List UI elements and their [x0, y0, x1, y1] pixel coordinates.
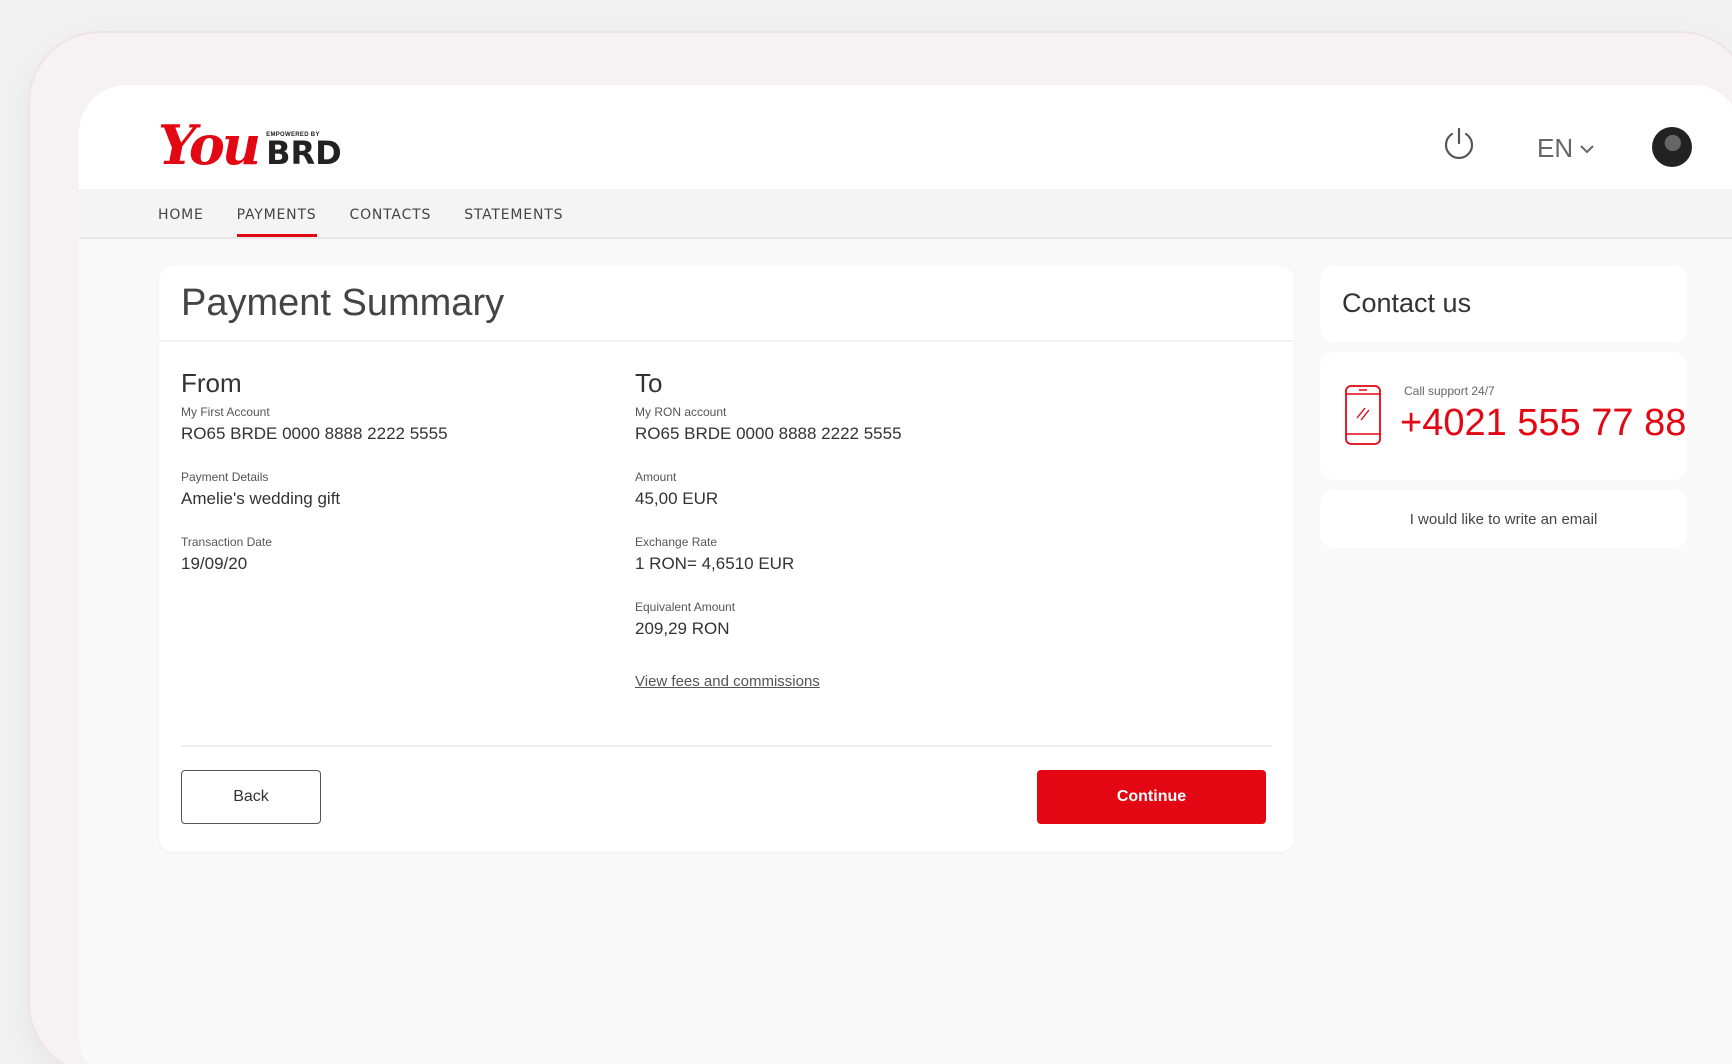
to-account-value: RO65 BRDE 0000 8888 2222 5555 [635, 424, 902, 443]
transaction-date-value: 19/09/20 [181, 554, 248, 573]
language-label: EN [1537, 133, 1574, 163]
payment-details-label: Payment Details [181, 470, 269, 484]
exchange-rate-value: 1 RON= 4,6510 EUR [635, 554, 795, 573]
from-section: From My First Account RO65 BRDE 0000 888… [181, 368, 448, 600]
to-account-field: My RON account RO65 BRDE 0000 8888 2222 … [635, 405, 902, 444]
payment-summary-header: Payment Summary [159, 266, 1294, 342]
brand-logo[interactable]: You EMPOWERED BY BRD [158, 118, 342, 172]
to-account-label: My RON account [635, 405, 727, 419]
contact-sidebar: Contact us Call support 24/7 +4021 555 7… [1320, 266, 1687, 558]
app-header: You EMPOWERED BY BRD EN [79, 85, 1732, 189]
amount-value: 45,00 EUR [635, 489, 719, 508]
contact-title: Contact us [1320, 266, 1687, 342]
payment-summary-card: Payment Summary From My First Account RO… [159, 266, 1294, 852]
write-email-link[interactable]: I would like to write an email [1320, 490, 1687, 548]
support-phone-number[interactable]: +4021 555 77 88 [1400, 402, 1686, 445]
language-selector[interactable]: EN [1537, 133, 1595, 164]
nav-item-contacts[interactable]: CONTACTS [350, 189, 432, 237]
nav-item-home[interactable]: HOME [158, 189, 204, 237]
chevron-down-icon [1580, 144, 1594, 153]
tablet-frame: You EMPOWERED BY BRD EN HOME PAYMENTS CO… [30, 33, 1732, 1064]
nav-tabs: HOME PAYMENTS CONTACTS STATEMENTS [158, 189, 596, 237]
equivalent-amount-field: Equivalent Amount 209,29 RON [635, 600, 902, 639]
payment-details-field: Payment Details Amelie's wedding gift [181, 470, 448, 509]
transaction-date-label: Transaction Date [181, 535, 272, 549]
from-account-value: RO65 BRDE 0000 8888 2222 5555 [181, 424, 448, 443]
app-screen: You EMPOWERED BY BRD EN HOME PAYMENTS CO… [79, 85, 1732, 1064]
call-support-label: Call support 24/7 [1404, 384, 1495, 398]
divider [181, 745, 1272, 747]
amount-field: Amount 45,00 EUR [635, 470, 902, 509]
amount-label: Amount [635, 470, 677, 484]
power-icon[interactable] [1441, 126, 1477, 162]
payment-details-value: Amelie's wedding gift [181, 489, 341, 508]
phone-icon [1345, 385, 1381, 445]
to-heading: To [635, 368, 663, 398]
exchange-rate-label: Exchange Rate [635, 535, 718, 549]
logo-brd-text: BRD [266, 134, 342, 172]
to-section: To My RON account RO65 BRDE 0000 8888 22… [635, 368, 902, 691]
equivalent-amount-value: 209,29 RON [635, 619, 730, 638]
continue-button[interactable]: Continue [1037, 770, 1266, 824]
logo-you-text: You [158, 113, 261, 177]
avatar[interactable] [1652, 127, 1692, 167]
nav-item-statements[interactable]: STATEMENTS [464, 189, 563, 237]
view-fees-link[interactable]: View fees and commissions [635, 673, 820, 690]
main-navigation: HOME PAYMENTS CONTACTS STATEMENTS [79, 189, 1732, 239]
transaction-date-field: Transaction Date 19/09/20 [181, 535, 448, 574]
exchange-rate-field: Exchange Rate 1 RON= 4,6510 EUR [635, 535, 902, 574]
logo-brd: EMPOWERED BY BRD [266, 132, 342, 172]
call-support-box[interactable]: Call support 24/7 +4021 555 77 88 [1320, 352, 1687, 480]
back-button[interactable]: Back [181, 770, 321, 824]
page-title: Payment Summary [181, 282, 505, 324]
from-heading: From [181, 368, 242, 398]
from-account-label: My First Account [181, 405, 270, 419]
equivalent-amount-label: Equivalent Amount [635, 600, 736, 614]
nav-item-payments[interactable]: PAYMENTS [236, 189, 317, 237]
from-account-field: My First Account RO65 BRDE 0000 8888 222… [181, 405, 448, 444]
